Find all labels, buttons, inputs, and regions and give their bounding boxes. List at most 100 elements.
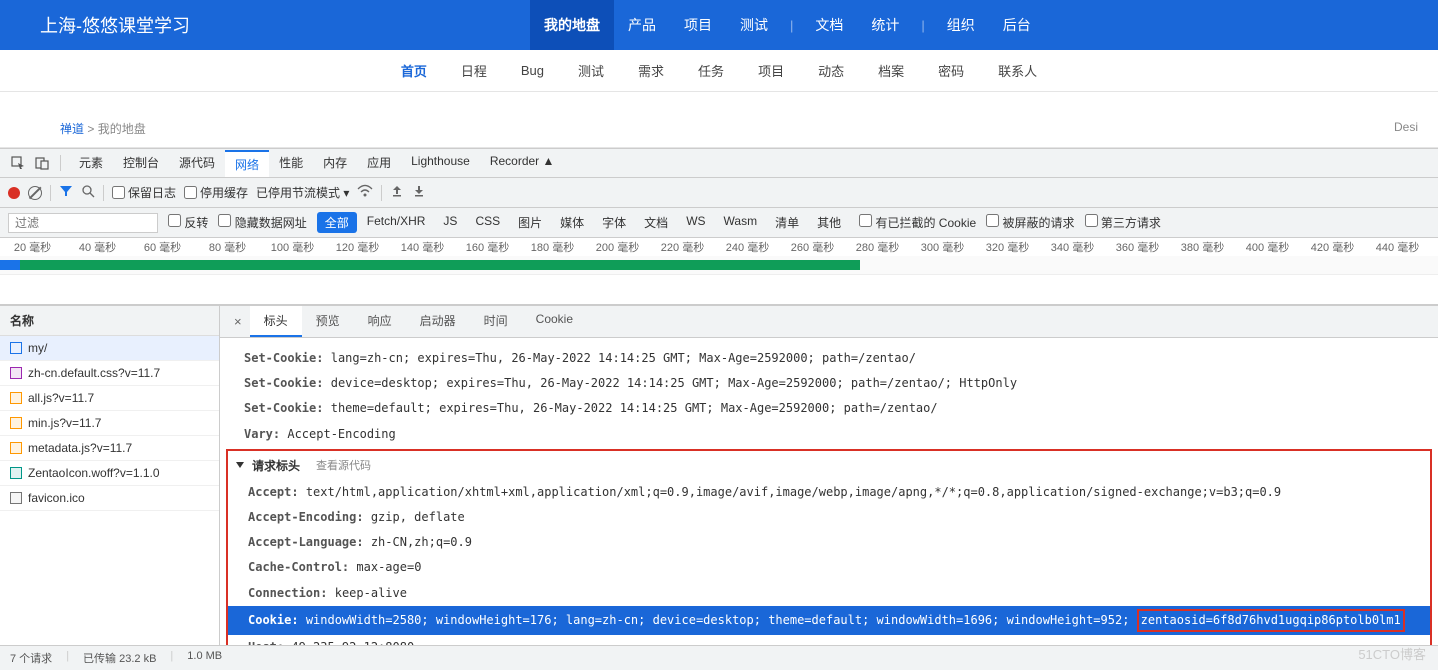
detail-tab[interactable]: 响应 [354, 306, 406, 337]
request-item[interactable]: favicon.ico [0, 486, 219, 511]
file-type-icon [10, 392, 22, 404]
sub-nav-item[interactable]: 测试 [570, 61, 612, 80]
network-main: 名称 my/zh-cn.default.css?v=11.7all.js?v=1… [0, 305, 1438, 645]
request-item[interactable]: ZentaoIcon.woff?v=1.1.0 [0, 461, 219, 486]
invert-checkbox[interactable]: 反转 [168, 214, 208, 231]
header-line: Cache-Control: max-age=0 [228, 555, 1430, 580]
sub-nav-item[interactable]: 任务 [690, 61, 732, 80]
sub-nav-item[interactable]: 档案 [870, 61, 912, 80]
header-line: Host: 49.235.92.12:8080 [228, 635, 1430, 645]
breadcrumb-current: 我的地盘 [98, 122, 146, 136]
throttle-select[interactable]: 已停用节流模式 ▾ [256, 184, 349, 201]
device-toggle-icon[interactable] [32, 153, 52, 173]
network-timeline[interactable]: 20 毫秒40 毫秒60 毫秒80 毫秒100 毫秒120 毫秒140 毫秒16… [0, 238, 1438, 305]
sub-nav-item[interactable]: 需求 [630, 61, 672, 80]
preserve-log-checkbox[interactable]: 保留日志 [112, 184, 176, 201]
breadcrumb-root[interactable]: 禅道 [60, 122, 84, 136]
close-icon[interactable]: × [226, 310, 250, 333]
file-type-icon [10, 417, 22, 429]
devtools-toolbar: 元素控制台源代码网络性能内存应用LighthouseRecorder ▲ [0, 148, 1438, 178]
filter-chip[interactable]: JS [435, 212, 465, 233]
blocked-cookies-checkbox[interactable]: 有已拦截的 Cookie [859, 214, 976, 231]
top-nav-item[interactable]: 统计 [857, 0, 913, 50]
sub-nav-item[interactable]: 首页 [393, 61, 435, 80]
third-party-checkbox[interactable]: 第三方请求 [1085, 214, 1161, 231]
blocked-requests-checkbox[interactable]: 被屏蔽的请求 [986, 214, 1074, 231]
filter-icon[interactable] [59, 184, 73, 201]
file-type-icon [10, 442, 22, 454]
filter-input[interactable] [8, 213, 158, 233]
filter-chip[interactable]: Wasm [716, 212, 766, 233]
network-filter-bar: 保留日志 停用缓存 已停用节流模式 ▾ [0, 178, 1438, 208]
clear-button[interactable] [28, 186, 42, 200]
top-nav-item[interactable]: 组织 [933, 0, 989, 50]
devtools-tab[interactable]: 源代码 [169, 150, 225, 177]
top-nav-item[interactable]: 文档 [801, 0, 857, 50]
devtools-tab[interactable]: 应用 [357, 150, 401, 177]
chevron-down-icon [236, 462, 244, 468]
devtools-tab[interactable]: 性能 [269, 150, 313, 177]
file-type-icon [10, 492, 22, 504]
download-icon[interactable] [412, 184, 426, 201]
devtools-tab[interactable]: 控制台 [113, 150, 169, 177]
detail-tab[interactable]: 预览 [302, 306, 354, 337]
devtools-tab[interactable]: 网络 [225, 150, 269, 177]
request-item[interactable]: my/ [0, 336, 219, 361]
devtools-tab[interactable]: Recorder ▲ [480, 150, 565, 177]
request-item[interactable]: all.js?v=11.7 [0, 386, 219, 411]
devtools-tab[interactable]: 内存 [313, 150, 357, 177]
top-nav-item[interactable]: 测试 [726, 0, 782, 50]
request-item[interactable]: min.js?v=11.7 [0, 411, 219, 436]
sub-nav-item[interactable]: Bug [513, 63, 552, 78]
brand-title: 上海-悠悠课堂学习 [40, 12, 190, 38]
sub-nav-item[interactable]: 动态 [810, 61, 852, 80]
highlighted-cookie-value: zentaosid=6f8d76hvd1ugqip86ptolb0lm1 [1137, 609, 1405, 632]
hide-data-urls-checkbox[interactable]: 隐藏数据网址 [218, 214, 306, 231]
inspect-icon[interactable] [8, 153, 28, 173]
sub-nav: 首页日程 Bug 测试需求任务项目动态档案密码联系人 [0, 50, 1438, 92]
filter-chip[interactable]: WS [678, 212, 713, 233]
upload-icon[interactable] [390, 184, 404, 201]
file-type-icon [10, 367, 22, 379]
detail-tab[interactable]: 启动器 [406, 306, 470, 337]
request-list: 名称 my/zh-cn.default.css?v=11.7all.js?v=1… [0, 306, 220, 645]
devtools-tab[interactable]: 元素 [69, 150, 113, 177]
filter-chip[interactable]: 字体 [594, 212, 634, 233]
detail-tab[interactable]: 时间 [470, 306, 522, 337]
header-line: Accept-Language: zh-CN,zh;q=0.9 [228, 530, 1430, 555]
top-nav-item[interactable]: 后台 [989, 0, 1045, 50]
sub-nav-item[interactable]: 联系人 [990, 61, 1045, 80]
filter-chip[interactable]: Fetch/XHR [359, 212, 434, 233]
header-line: Vary: Accept-Encoding [224, 422, 1434, 447]
request-headers-section[interactable]: 请求标头 查看源代码 [228, 451, 1430, 480]
sub-nav-item[interactable]: 项目 [750, 61, 792, 80]
filter-chip[interactable]: 媒体 [552, 212, 592, 233]
devtools-tab[interactable]: Lighthouse [401, 150, 480, 177]
header-line: Set-Cookie: theme=default; expires=Thu, … [224, 396, 1434, 421]
sub-nav-item[interactable]: 日程 [453, 61, 495, 80]
view-source-link[interactable]: 查看源代码 [316, 457, 371, 473]
filter-chip[interactable]: 其他 [809, 212, 849, 233]
breadcrumb: 禅道 > 我的地盘 Desi [0, 110, 1438, 148]
filter-chip[interactable]: 全部 [317, 212, 357, 233]
record-button[interactable] [8, 187, 20, 199]
filter-chip[interactable]: 清单 [767, 212, 807, 233]
network-filter-types: 反转 隐藏数据网址 全部Fetch/XHRJSCSS图片媒体字体文档WSWasm… [0, 208, 1438, 238]
search-icon[interactable] [81, 184, 95, 201]
top-nav-item[interactable]: 项目 [670, 0, 726, 50]
watermark: 51CTO博客 [1358, 644, 1426, 663]
disable-cache-checkbox[interactable]: 停用缓存 [184, 184, 248, 201]
filter-chip[interactable]: CSS [467, 212, 508, 233]
wifi-icon[interactable] [357, 184, 373, 201]
top-nav-item[interactable]: 我的地盘 [530, 0, 614, 50]
top-nav: 上海-悠悠课堂学习 我的地盘产品项目测试|文档统计|组织后台 [0, 0, 1438, 50]
filter-chip[interactable]: 图片 [510, 212, 550, 233]
top-nav-item[interactable]: 产品 [614, 0, 670, 50]
request-item[interactable]: metadata.js?v=11.7 [0, 436, 219, 461]
detail-tab[interactable]: 标头 [250, 306, 302, 337]
filter-chip[interactable]: 文档 [636, 212, 676, 233]
sub-nav-item[interactable]: 密码 [930, 61, 972, 80]
highlighted-section: 请求标头 查看源代码 Accept: text/html,application… [226, 449, 1432, 645]
detail-tab[interactable]: Cookie [522, 306, 587, 337]
request-item[interactable]: zh-cn.default.css?v=11.7 [0, 361, 219, 386]
